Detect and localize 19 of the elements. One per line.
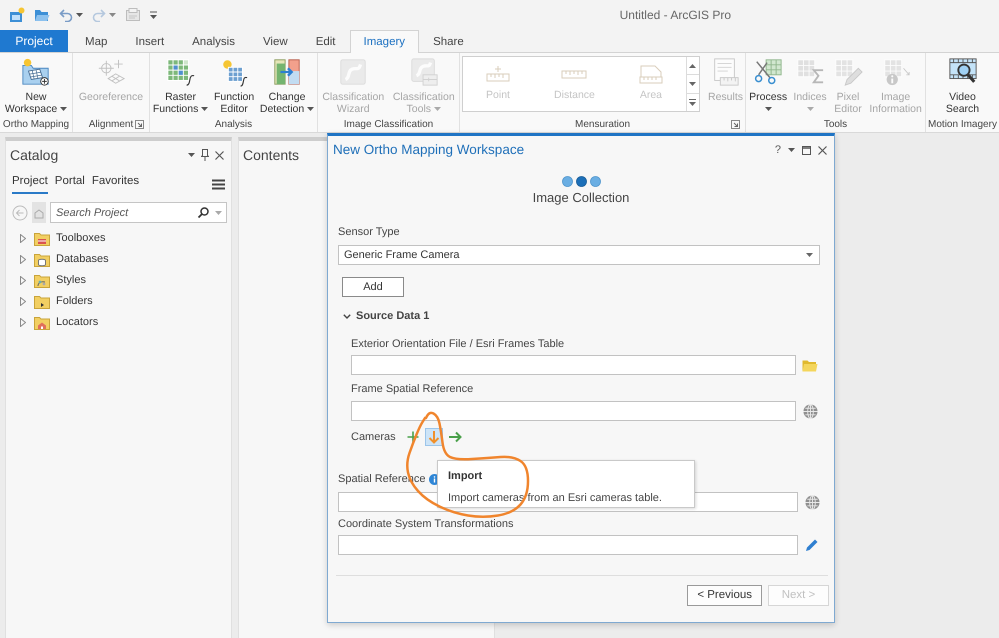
field-label: Sensor Type bbox=[338, 226, 400, 238]
tooltip-text: Import cameras from an Esri cameras table. bbox=[448, 491, 662, 505]
field-label: Cameras bbox=[351, 430, 396, 446]
field-label: Frame Spatial Reference bbox=[351, 383, 474, 396]
pane-title: Catalog bbox=[10, 146, 58, 165]
tooltip-title: Import bbox=[448, 469, 482, 483]
group-label: Image Classification bbox=[344, 118, 434, 132]
group-label: Ortho Mapping bbox=[2, 118, 70, 132]
dialog-title: New Ortho Mapping Workspace bbox=[333, 140, 524, 159]
pane-title: Contents bbox=[243, 146, 300, 164]
group-label: Alignment bbox=[88, 118, 134, 132]
step-title: Image Collection bbox=[532, 190, 630, 205]
group-label: Analysis bbox=[214, 118, 252, 132]
field-label: Exterior Orientation File / Esri Frames Table bbox=[351, 338, 564, 350]
group-label: Tools bbox=[824, 118, 848, 132]
group-label: Motion Imagery bbox=[928, 118, 997, 132]
window-title: Untitled - ArcGIS Pro bbox=[620, 7, 731, 24]
group-label: Mensuration bbox=[574, 118, 630, 132]
field-label: Coordinate System Transformations bbox=[338, 517, 514, 532]
